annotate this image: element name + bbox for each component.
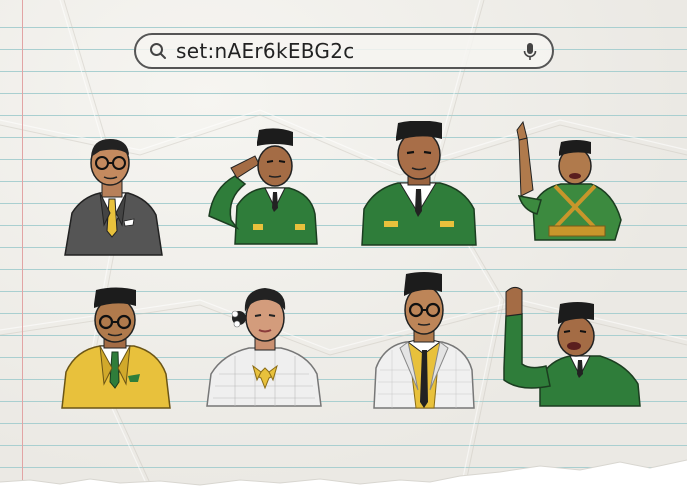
sticker-figure-pointing-up-soldier[interactable] — [515, 120, 625, 242]
search-icon[interactable] — [148, 41, 168, 61]
search-bar[interactable]: set:nAEr6kEBG2c — [134, 33, 554, 69]
notebook-margin-line — [22, 0, 23, 492]
sticker-figure-yellow-suit-glasses[interactable] — [60, 284, 172, 410]
torn-paper-edge — [0, 459, 687, 492]
microphone-icon[interactable] — [522, 42, 538, 62]
search-query-text[interactable]: set:nAEr6kEBG2c — [176, 39, 355, 63]
sticker-figure-peci-green[interactable] — [360, 121, 478, 247]
sticker-figure-suit-glasses-grey[interactable] — [60, 135, 165, 257]
sticker-figure-speaking-fist-green[interactable] — [500, 284, 642, 408]
sticker-figure-saluting-green[interactable] — [207, 128, 319, 246]
sticker-figure-white-jacket-glasses[interactable] — [372, 270, 476, 410]
sticker-figure-woman-white-kebaya[interactable] — [205, 284, 323, 408]
